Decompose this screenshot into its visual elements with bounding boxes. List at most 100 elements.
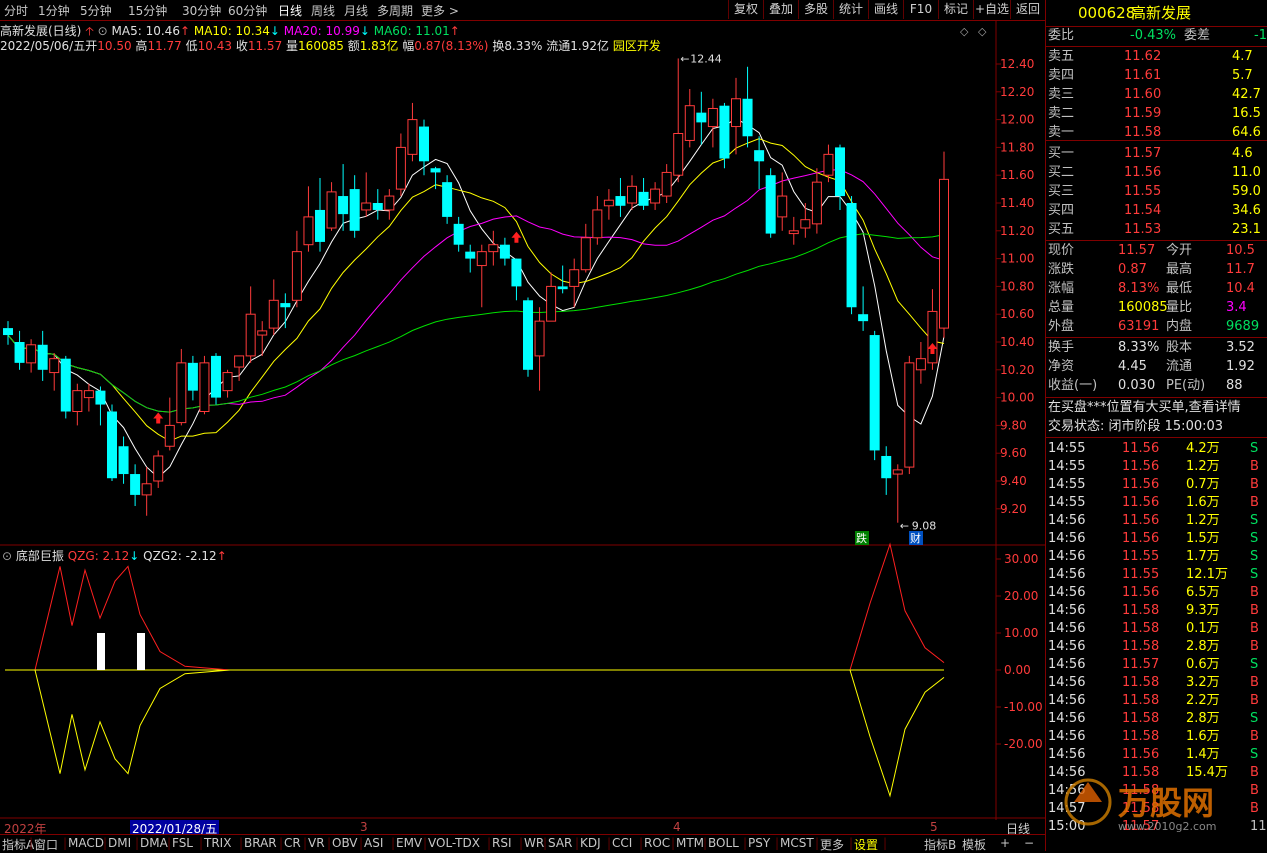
candlestick[interactable] (245, 286, 256, 363)
candlestick[interactable] (627, 175, 637, 210)
indicator-tab[interactable]: WR (524, 836, 544, 850)
candlestick[interactable] (107, 404, 117, 481)
candlestick[interactable] (800, 203, 811, 238)
candlestick[interactable] (60, 355, 71, 419)
indicator-tab[interactable]: KDJ (580, 836, 601, 850)
candlestick[interactable] (580, 223, 591, 273)
candlestick[interactable] (199, 355, 210, 415)
candlestick[interactable] (395, 133, 406, 197)
indicator-tab[interactable]: MACD (68, 836, 104, 850)
candlestick[interactable] (291, 230, 302, 308)
candlestick[interactable] (523, 297, 533, 377)
indicator-tab[interactable]: 更多 (820, 836, 844, 853)
indicator-tab[interactable]: 窗口 (34, 836, 58, 853)
tab-1min[interactable]: 1分钟 (38, 2, 70, 19)
candlestick[interactable] (280, 293, 291, 329)
candlestick[interactable] (164, 397, 175, 451)
candlestick[interactable] (37, 330, 48, 381)
overlay-button[interactable]: 叠加 (763, 0, 798, 19)
candlestick[interactable] (465, 244, 476, 273)
indicator-b-tab[interactable]: + (1000, 836, 1010, 850)
candlestick[interactable] (719, 102, 730, 169)
statistics-button[interactable]: 统计 (833, 0, 868, 19)
candlestick[interactable] (754, 136, 765, 190)
candlestick[interactable] (453, 216, 464, 252)
add-watchlist-button[interactable]: +自选 (973, 0, 1010, 19)
indicator-tab[interactable]: MCST (780, 836, 814, 850)
candlestick[interactable] (257, 321, 268, 356)
candlestick[interactable] (187, 355, 198, 401)
tab-fenshi[interactable]: 分时 (4, 2, 28, 19)
candlestick[interactable] (222, 369, 233, 398)
indicator-dropdown-icon[interactable]: ⊙ (2, 549, 12, 563)
candlestick[interactable] (927, 289, 938, 370)
multi-stock-button[interactable]: 多股 (798, 0, 833, 19)
indicator-b-tab[interactable]: − (1024, 836, 1034, 850)
candlestick[interactable] (638, 177, 649, 210)
draw-line-button[interactable]: 画线 (868, 0, 903, 19)
candlestick[interactable] (684, 89, 695, 148)
tab-more[interactable]: 更多 > (421, 2, 459, 19)
candlestick[interactable] (234, 355, 245, 381)
indicator-tab[interactable]: CR (284, 836, 301, 850)
candlestick[interactable] (372, 189, 383, 220)
candlestick[interactable] (72, 383, 83, 426)
candlestick[interactable] (49, 353, 60, 391)
candlestick[interactable] (511, 258, 522, 301)
indicator-tab[interactable]: VR (308, 836, 325, 850)
candlestick[interactable] (915, 342, 926, 384)
candlestick[interactable] (83, 383, 94, 412)
indicator-tab[interactable]: FSL (172, 836, 193, 850)
candlestick[interactable] (326, 182, 337, 231)
candlestick[interactable] (869, 330, 880, 461)
candlestick[interactable] (315, 177, 325, 252)
dropdown-icon[interactable]: ⊙ (98, 24, 108, 38)
candlestick[interactable] (118, 436, 129, 484)
tab-daily[interactable]: 日线 (278, 2, 302, 19)
candlestick[interactable] (742, 66, 753, 148)
indicator-tab[interactable]: EMV (396, 836, 422, 850)
back-button[interactable]: 返回 (1010, 0, 1045, 19)
candlestick[interactable] (26, 339, 37, 373)
indicator-tab[interactable]: ASI (364, 836, 383, 850)
indicator-tab[interactable]: MTM (676, 836, 704, 850)
candlestick[interactable] (338, 164, 349, 231)
tab-weekly[interactable]: 周线 (311, 2, 335, 19)
candlestick[interactable] (661, 164, 672, 203)
candlestick[interactable] (707, 98, 718, 148)
mark-button[interactable]: 标记 (938, 0, 973, 19)
indicator-tab[interactable]: VOL-TDX (428, 836, 480, 850)
tab-15min[interactable]: 15分钟 (128, 2, 167, 19)
tab-monthly[interactable]: 月线 (344, 2, 368, 19)
candlestick[interactable] (858, 286, 869, 331)
indicator-b-tab[interactable]: 模板 (962, 836, 986, 853)
candlestick[interactable] (881, 446, 892, 495)
candlestick[interactable] (892, 464, 903, 523)
candlestick[interactable] (488, 230, 499, 266)
f10-button[interactable]: F10 (903, 0, 938, 19)
candlestick[interactable] (95, 386, 106, 426)
candlestick[interactable] (349, 175, 360, 238)
indicator-tab[interactable]: OBV (332, 836, 358, 850)
indicator-tab[interactable]: CCI (612, 836, 632, 850)
tab-60min[interactable]: 60分钟 (228, 2, 267, 19)
candlestick[interactable] (176, 348, 187, 426)
candlestick[interactable] (499, 237, 510, 266)
indicator-name[interactable]: 底部巨振 (16, 549, 64, 563)
indicator-tab[interactable]: RSI (492, 836, 512, 850)
tab-5min[interactable]: 5分钟 (80, 2, 112, 19)
candlestick[interactable] (846, 196, 857, 315)
tab-multi-period[interactable]: 多周期 (377, 2, 413, 19)
big-order-notice[interactable]: 在买盘***位置有大买单,查看详情 (1046, 399, 1267, 417)
indicator-tab[interactable]: PSY (748, 836, 770, 850)
candlestick[interactable] (603, 189, 614, 220)
indicator-tab[interactable]: DMI (108, 836, 131, 850)
candlestick[interactable] (765, 168, 776, 238)
candlestick[interactable] (303, 186, 314, 252)
candlestick[interactable] (419, 119, 429, 176)
candlestick[interactable] (361, 172, 372, 217)
candlestick[interactable] (731, 77, 741, 155)
candlestick[interactable] (811, 168, 822, 234)
candlestick[interactable] (592, 196, 603, 245)
candlestick[interactable] (130, 464, 141, 507)
